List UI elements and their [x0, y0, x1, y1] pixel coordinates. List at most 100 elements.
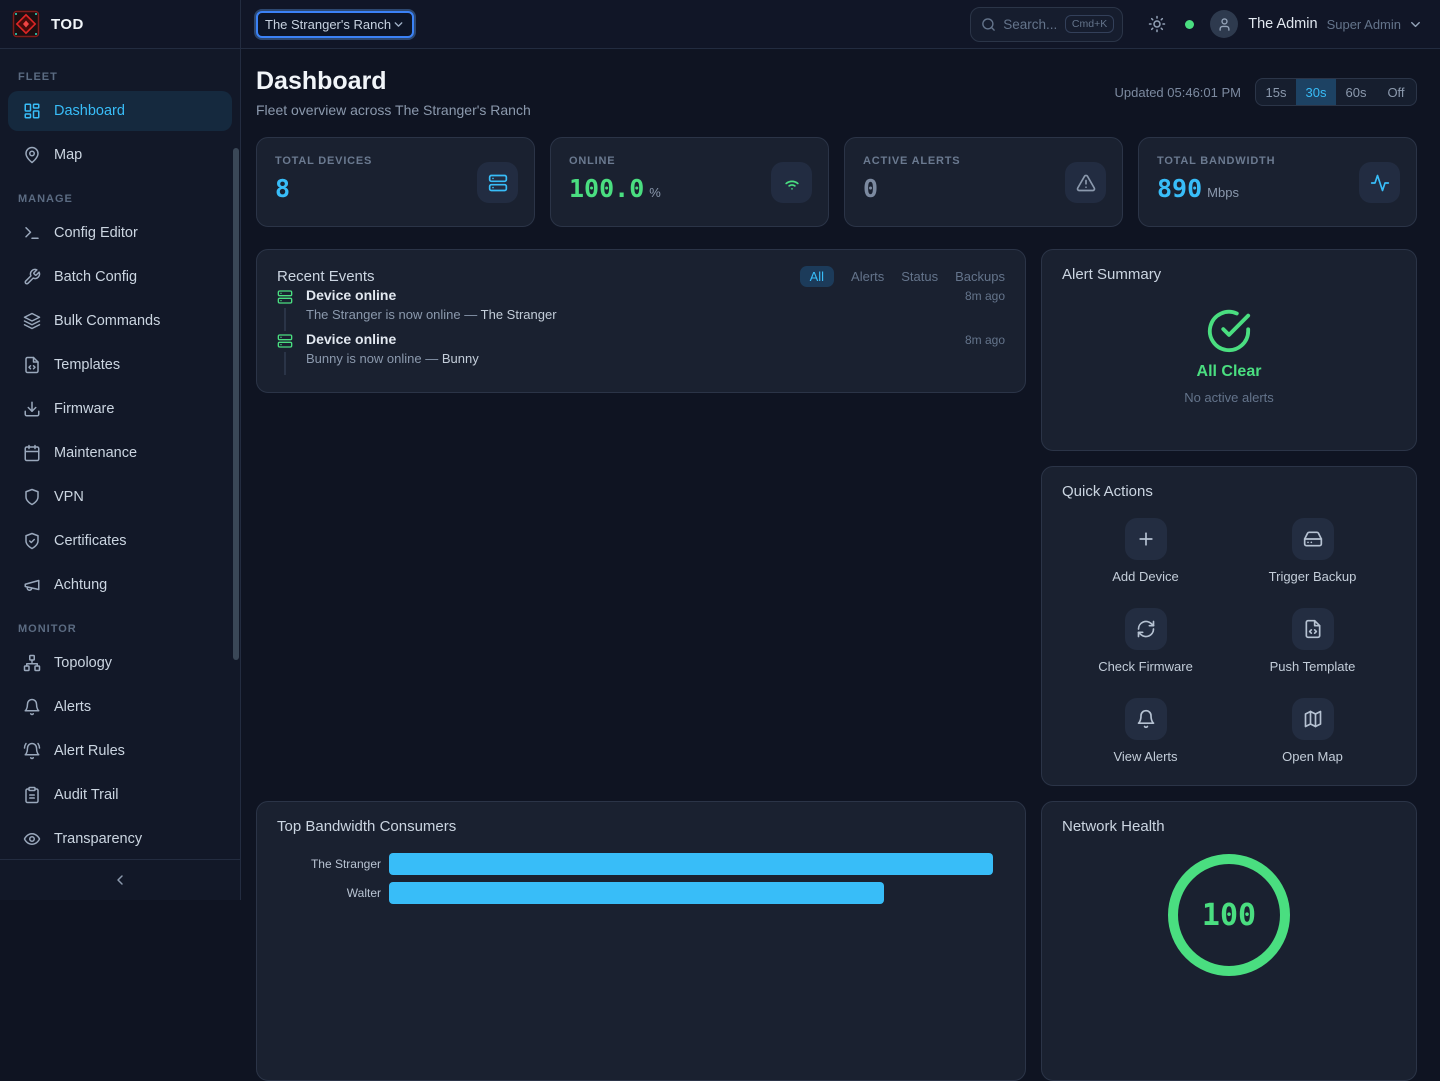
shield-check-icon: [23, 532, 41, 550]
bandwidth-consumers-card: Top Bandwidth Consumers The Stranger Wal…: [256, 801, 1026, 1081]
clipboard-icon: [23, 786, 41, 804]
network-health-title: Network Health: [1062, 818, 1165, 835]
interval-30s-button[interactable]: 30s: [1296, 79, 1336, 105]
sidebar-item-map[interactable]: Map: [8, 135, 232, 175]
event-message-text: The Stranger is now online: [306, 307, 461, 322]
bar-walter[interactable]: [389, 882, 884, 904]
check-firmware-button[interactable]: Check Firmware: [1062, 608, 1229, 674]
theme-toggle-sun-icon[interactable]: [1148, 15, 1166, 33]
user-name: The Admin: [1248, 16, 1317, 32]
sidebar-item-transparency[interactable]: Transparency: [8, 819, 232, 859]
stat-card-online: ONLINE 100.0 %: [550, 137, 829, 227]
sidebar-item-label: Topology: [54, 655, 112, 671]
sidebar-item-label: Achtung: [54, 577, 107, 593]
view-alerts-button[interactable]: View Alerts: [1062, 698, 1229, 764]
trigger-backup-button[interactable]: Trigger Backup: [1229, 518, 1396, 584]
event-row[interactable]: Device online 8m ago Bunny is now online…: [277, 331, 1005, 375]
sidebar-item-label: Audit Trail: [54, 787, 118, 803]
search-shortcut-badge: Cmd+K: [1065, 15, 1114, 33]
section-label-monitor: MONITOR: [18, 623, 232, 635]
event-separator: —: [425, 351, 438, 366]
event-device: The Stranger: [481, 307, 557, 322]
tab-backups[interactable]: Backups: [955, 269, 1005, 284]
timeline-connector: [284, 352, 286, 375]
ranch-select[interactable]: The Stranger's Ranch: [256, 11, 414, 38]
open-map-button[interactable]: Open Map: [1229, 698, 1396, 764]
avatar[interactable]: [1210, 10, 1238, 38]
sidebar-item-label: Templates: [54, 357, 120, 373]
event-message: Bunny is now online — Bunny: [306, 351, 1005, 366]
sidebar-item-certificates[interactable]: Certificates: [8, 521, 232, 561]
chevron-down-icon: [392, 18, 405, 31]
sidebar-item-topology[interactable]: Topology: [8, 643, 232, 683]
terminal-icon: [23, 224, 41, 242]
sidebar-item-alert-rules[interactable]: Alert Rules: [8, 731, 232, 771]
main-content: Dashboard Fleet overview across The Stra…: [241, 49, 1440, 900]
tab-all[interactable]: All: [800, 266, 834, 287]
bar-the-stranger[interactable]: [389, 853, 993, 875]
sidebar-item-label: Alerts: [54, 699, 91, 715]
user-role: Super Admin: [1327, 17, 1401, 32]
stat-value: 0: [863, 174, 878, 203]
interval-15s-button[interactable]: 15s: [1256, 79, 1296, 105]
user-menu-chevron-down-icon[interactable]: [1408, 17, 1423, 32]
sidebar-item-label: Map: [54, 147, 82, 163]
event-row[interactable]: Device online 8m ago The Stranger is now…: [277, 287, 1005, 331]
bar-label: Walter: [277, 886, 389, 900]
quick-action-label: View Alerts: [1113, 749, 1177, 764]
stat-suffix: Mbps: [1207, 185, 1239, 200]
megaphone-icon: [23, 576, 41, 594]
sidebar-item-dashboard[interactable]: Dashboard: [8, 91, 232, 131]
event-device: Bunny: [442, 351, 479, 366]
sidebar-item-audit-trail[interactable]: Audit Trail: [8, 775, 232, 815]
sidebar-item-firmware[interactable]: Firmware: [8, 389, 232, 429]
bandwidth-bar-chart: The Stranger Walter: [277, 853, 1005, 904]
sidebar-item-label: Config Editor: [54, 225, 138, 241]
sidebar-item-config-editor[interactable]: Config Editor: [8, 213, 232, 253]
map-pin-icon: [23, 146, 41, 164]
bar-row: Walter: [277, 882, 1005, 904]
stat-card-active-alerts: ACTIVE ALERTS 0: [844, 137, 1123, 227]
add-device-button[interactable]: Add Device: [1062, 518, 1229, 584]
sidebar-item-label: Bulk Commands: [54, 313, 160, 329]
sidebar-item-vpn[interactable]: VPN: [8, 477, 232, 517]
sidebar-item-templates[interactable]: Templates: [8, 345, 232, 385]
interval-60s-button[interactable]: 60s: [1336, 79, 1376, 105]
brand: TOD: [0, 0, 241, 48]
topbar: TOD The Stranger's Ranch Cmd+K The Admin…: [0, 0, 1440, 49]
search-input[interactable]: [1003, 17, 1058, 32]
event-time: 8m ago: [965, 333, 1005, 347]
refresh-icon: [1125, 608, 1167, 650]
ranch-select-value: The Stranger's Ranch: [265, 17, 391, 32]
push-template-button[interactable]: Push Template: [1229, 608, 1396, 674]
sidebar-item-bulk-commands[interactable]: Bulk Commands: [8, 301, 232, 341]
page-subtitle: Fleet overview across The Stranger's Ran…: [256, 102, 531, 118]
bandwidth-chart-title: Top Bandwidth Consumers: [277, 818, 456, 835]
sidebar-item-label: Batch Config: [54, 269, 137, 285]
file-code-icon: [1292, 608, 1334, 650]
search-box[interactable]: Cmd+K: [970, 7, 1123, 42]
sidebar-item-achtung[interactable]: Achtung: [8, 565, 232, 605]
health-score: 100: [1167, 853, 1291, 977]
sidebar-scrollbar[interactable]: [233, 148, 239, 660]
brand-name: TOD: [51, 16, 84, 33]
network-health-card: Network Health 100: [1041, 801, 1417, 1081]
interval-off-button[interactable]: Off: [1376, 79, 1416, 105]
topbar-right: Cmd+K The Admin Super Admin: [970, 7, 1440, 42]
tab-alerts[interactable]: Alerts: [851, 269, 884, 284]
sidebar-item-alerts[interactable]: Alerts: [8, 687, 232, 727]
dashboard-icon: [23, 102, 41, 120]
sidebar-item-batch-config[interactable]: Batch Config: [8, 257, 232, 297]
tab-status[interactable]: Status: [901, 269, 938, 284]
plus-icon: [1125, 518, 1167, 560]
stats-row: TOTAL DEVICES 8 ONLINE 100.0 % ACTIVE AL…: [256, 137, 1417, 227]
sidebar-item-label: Firmware: [54, 401, 114, 417]
sidebar-item-maintenance[interactable]: Maintenance: [8, 433, 232, 473]
check-circle-icon: [1206, 308, 1252, 354]
sidebar-collapse-button[interactable]: [0, 859, 240, 900]
eye-icon: [23, 830, 41, 848]
sidebar-item-label: VPN: [54, 489, 84, 505]
user-icon: [1217, 17, 1232, 32]
sidebar-item-label: Dashboard: [54, 103, 125, 119]
wrench-icon: [23, 268, 41, 286]
